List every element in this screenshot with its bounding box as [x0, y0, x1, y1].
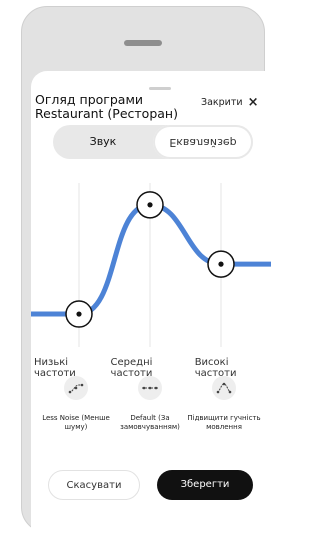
close-icon: × — [247, 94, 259, 110]
cancel-button[interactable]: Скасувати — [48, 470, 140, 500]
program-review-sheet: Огляд програми Restaurant (Ресторан) Зак… — [31, 71, 271, 537]
sheet-drag-handle[interactable] — [149, 87, 171, 90]
preset-default[interactable]: Default (За замовчуванням) — [110, 376, 190, 432]
tab-screen[interactable]: Еквалайзер — [153, 125, 253, 159]
tab-sound[interactable]: Звук — [53, 125, 153, 159]
page-title: Огляд програми Restaurant (Ресторан) — [35, 92, 178, 121]
equalizer-curve — [31, 202, 271, 317]
boost-speech-icon — [212, 376, 236, 400]
preset-boost-speech[interactable]: Підвищити гучність мовлення — [184, 376, 264, 432]
view-toggle: Звук Еквалайзер — [53, 125, 253, 159]
preset-label: Less Noise (Менше шуму) — [42, 414, 110, 431]
close-label: Закрити — [201, 97, 243, 108]
less-noise-icon — [64, 376, 88, 400]
device-speaker — [124, 40, 162, 46]
mid-band-handle[interactable] — [136, 191, 164, 219]
preset-label: Default (За замовчуванням) — [120, 414, 180, 431]
tab-sound-label: Звук — [89, 135, 117, 148]
high-band-handle[interactable] — [207, 250, 235, 278]
default-icon — [138, 376, 162, 400]
equalizer-chart — [31, 183, 271, 347]
save-button[interactable]: Зберегти — [157, 470, 253, 500]
low-band-handle[interactable] — [65, 300, 93, 328]
preset-label: Підвищити гучність мовлення — [187, 414, 261, 431]
tab-screen-label: Еквалайзер — [169, 136, 237, 149]
preset-less-noise[interactable]: Less Noise (Менше шуму) — [36, 376, 116, 432]
close-button[interactable]: Закрити × — [201, 94, 259, 110]
